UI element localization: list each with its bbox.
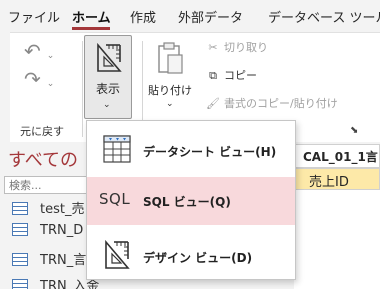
nav-item[interactable]: test_売 [12, 198, 84, 220]
active-tab-indicator [72, 27, 110, 30]
tab-file[interactable]: ファイル [8, 7, 60, 26]
view-dropdown-menu: データシート ビュー(H) SQL SQL ビュー(Q) デザイン ビュー(D) [86, 120, 296, 280]
copy-label: コピー [224, 69, 257, 82]
tab-home[interactable]: ホーム [72, 7, 111, 26]
copy-button[interactable]: ⧉ コピー [206, 67, 257, 87]
chevron-down-icon: ⌄ [46, 51, 55, 61]
cut-button[interactable]: ✂ 切り取り [206, 39, 268, 59]
paintbrush-icon: 🖌 [206, 97, 220, 110]
nav-item[interactable]: TRN_言 [12, 249, 86, 271]
clipboard-icon [158, 42, 183, 74]
table-icon [12, 253, 28, 266]
nav-pane-title[interactable]: すべての [8, 146, 78, 172]
menu-item-label: デザイン ビュー(D) [143, 251, 253, 265]
chevron-down-icon: ⌄ [103, 100, 111, 110]
menu-bar: ファイル ホーム 作成 外部データ データベース ツール [0, 0, 380, 32]
datasheet-view-icon [103, 135, 131, 163]
tab-create[interactable]: 作成 [130, 7, 156, 26]
scissors-icon: ✂ [208, 41, 218, 54]
nav-item-label: TRN_D [40, 223, 84, 238]
chevron-down-icon: ⌄ [46, 79, 55, 89]
table-icon [12, 223, 28, 236]
redo-button[interactable]: ↷ ⌄ [24, 67, 66, 91]
cut-label: 切り取り [224, 41, 268, 54]
paste-button-label: 貼り付け [148, 84, 192, 97]
menu-item-design-view[interactable]: デザイン ビュー(D) [87, 233, 295, 281]
tab-database-tools[interactable]: データベース ツール [268, 7, 380, 26]
copy-icon: ⧉ [209, 69, 217, 82]
object-tab[interactable]: CAL_01_1言 [294, 144, 380, 168]
table-icon [12, 279, 28, 289]
field-name-cell[interactable]: 売上ID [294, 168, 380, 190]
menu-item-label: データシート ビュー(H) [143, 145, 277, 159]
undo-icon: ↶ [24, 39, 41, 63]
undo-group-label: 元に戻す [20, 125, 64, 138]
sql-icon: SQL [99, 190, 131, 208]
view-button[interactable]: 表示 ⌄ [84, 35, 132, 119]
view-button-label: 表示 [95, 82, 120, 96]
nav-item-label: TRN_言 [40, 253, 87, 268]
table-icon [12, 202, 28, 215]
menu-item-sql-view[interactable]: SQL SQL ビュー(Q) [87, 177, 295, 225]
format-painter-button[interactable]: 🖌 書式のコピー/貼り付け [206, 95, 338, 115]
paste-button[interactable]: 貼り付け ⌄ [144, 37, 196, 121]
design-view-icon [105, 239, 130, 269]
chevron-down-icon: ⌄ [166, 99, 174, 109]
undo-button[interactable]: ↶ ⌄ [24, 39, 66, 63]
tab-external-data[interactable]: 外部データ [178, 7, 243, 26]
dialog-launcher-icon[interactable]: ⬊ [350, 125, 358, 136]
menu-item-datasheet-view[interactable]: データシート ビュー(H) [87, 127, 295, 175]
undo-group: ↶ ⌄ ↷ ⌄ 元に戻す [10, 33, 82, 143]
nav-item-label: test_売 [40, 202, 85, 217]
ribbon-separator [82, 41, 83, 137]
table-body [294, 190, 380, 289]
redo-icon: ↷ [24, 67, 41, 91]
design-view-icon [97, 42, 122, 72]
format-painter-label: 書式のコピー/貼り付け [224, 97, 338, 110]
nav-item[interactable]: TRN_D [12, 223, 83, 245]
menu-item-label: SQL ビュー(Q) [143, 195, 231, 209]
